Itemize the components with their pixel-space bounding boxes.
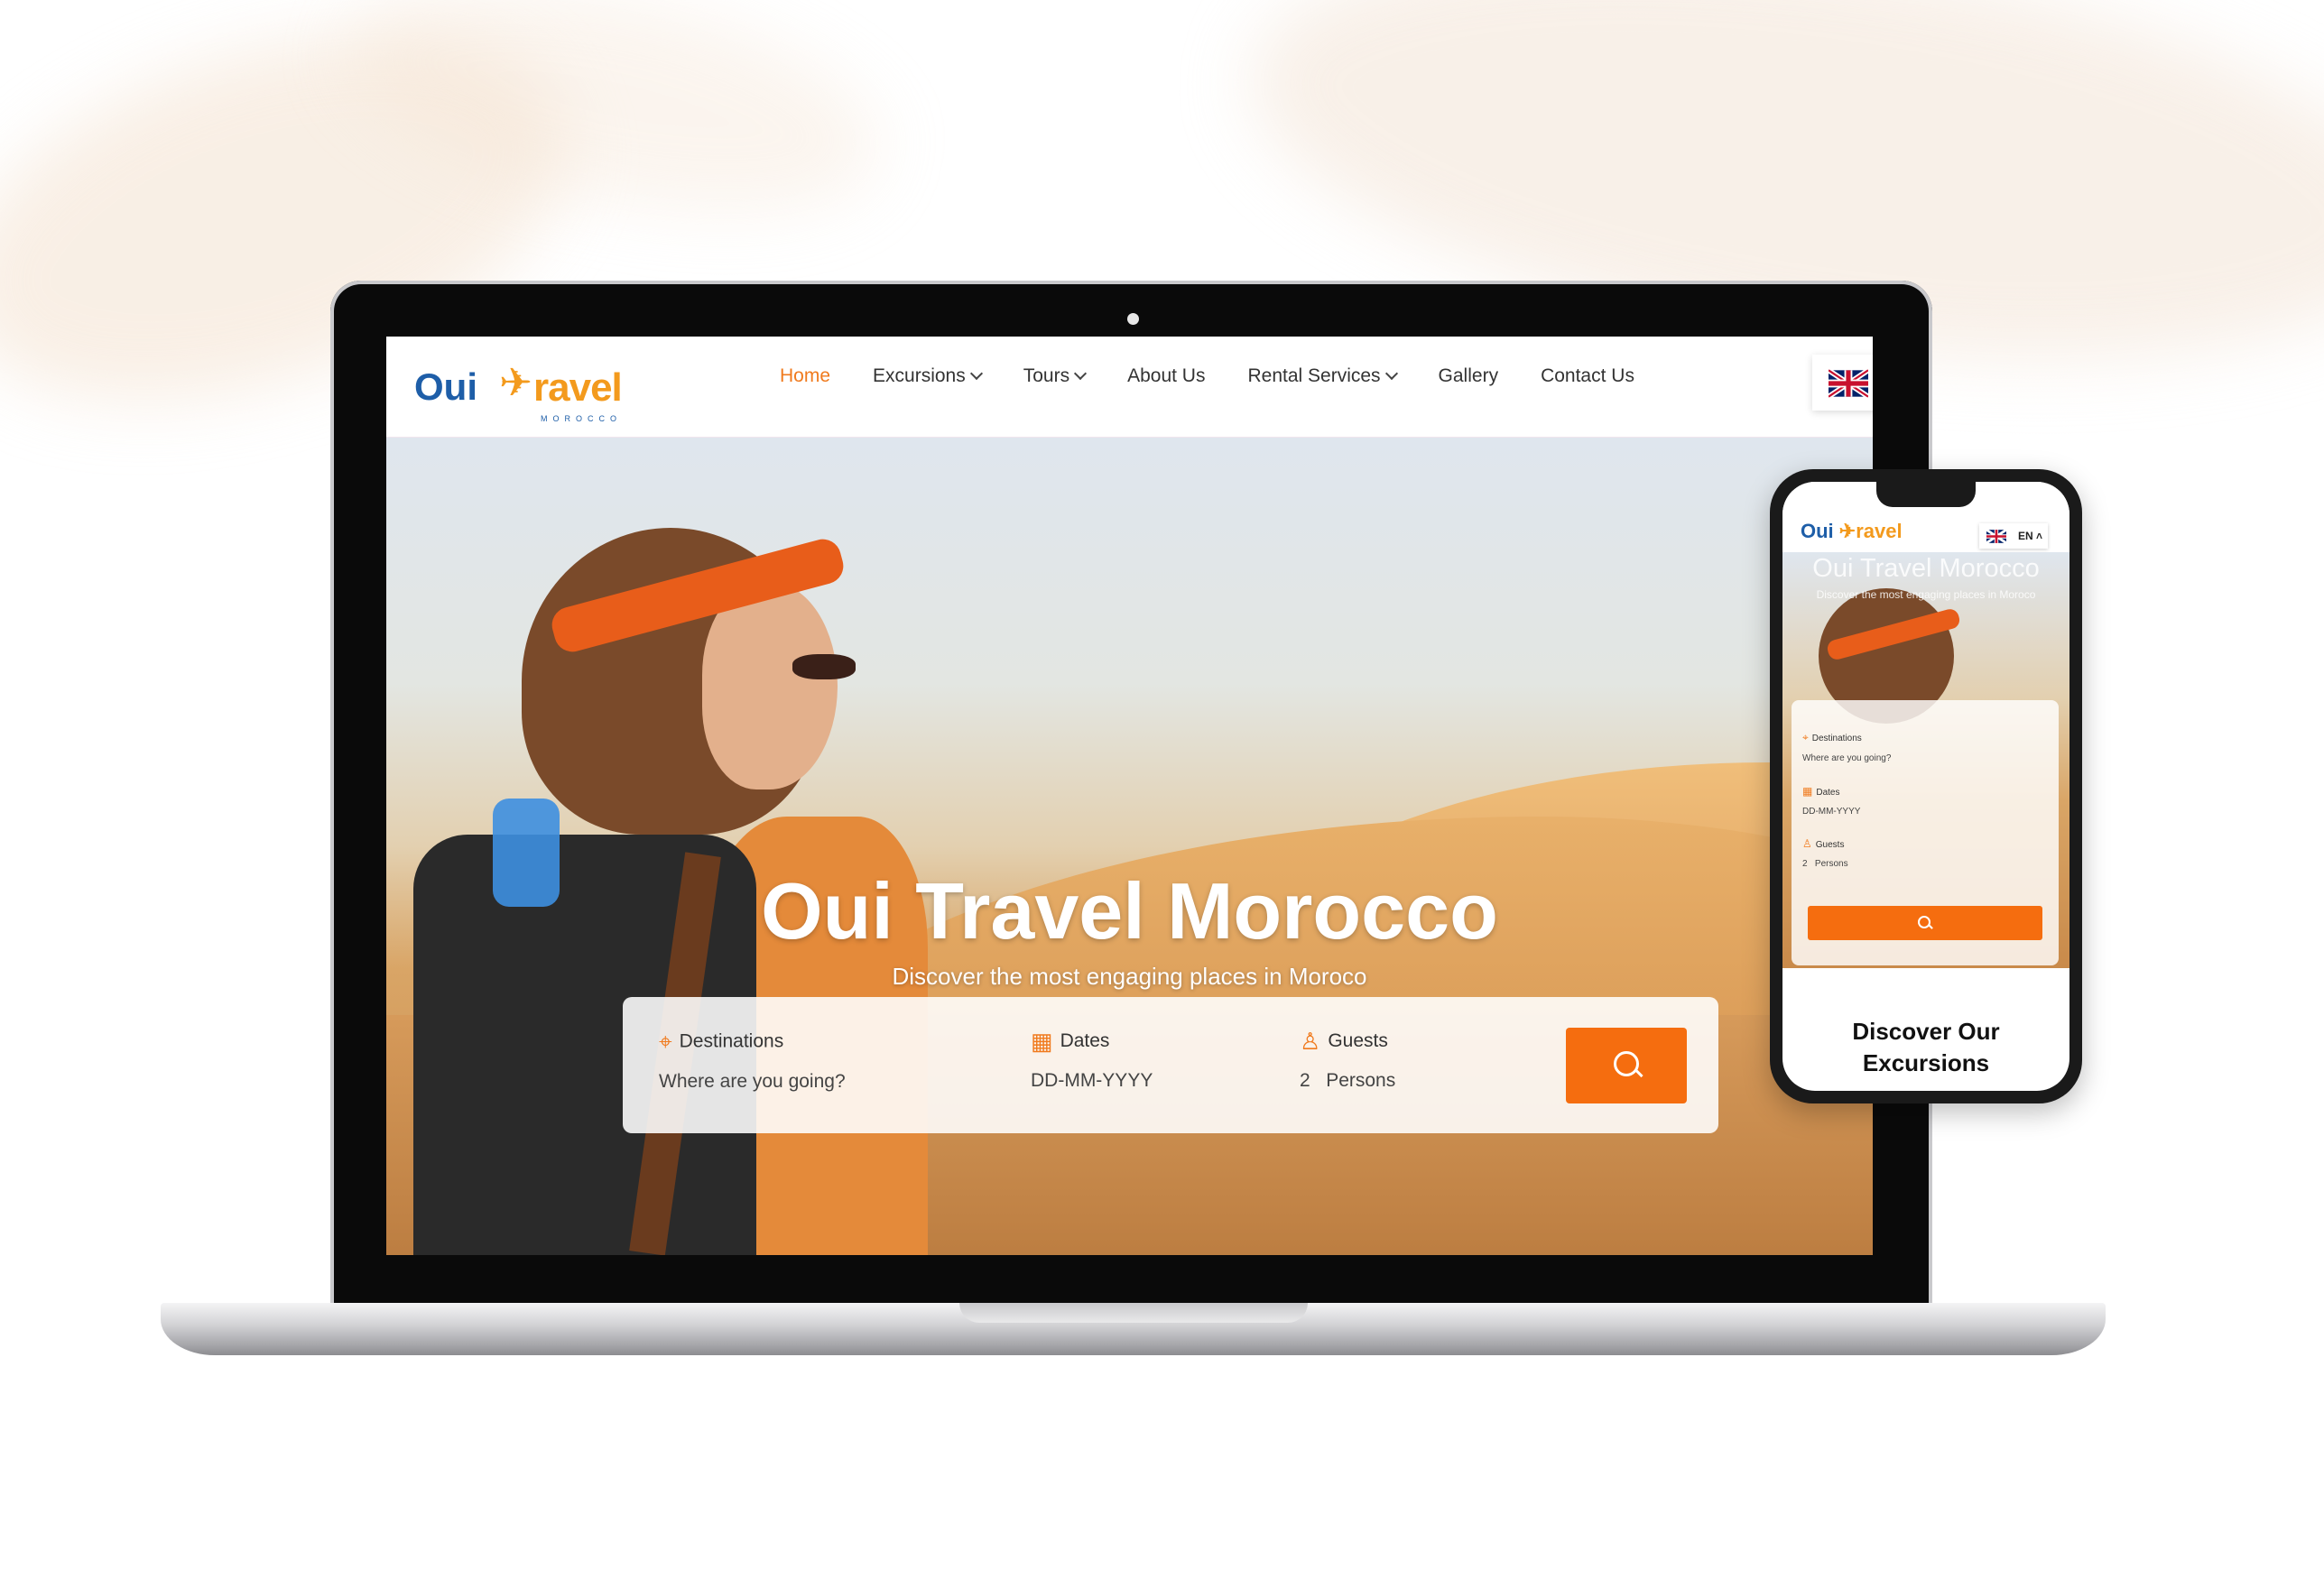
- discover-excursions-heading: Discover Our Excursions: [1782, 1016, 2069, 1079]
- phone-device: Oui ✈ravel EN ˄ Oui Travel Morocco Disco…: [1770, 469, 2082, 1103]
- map-pin-icon: ⌖: [659, 1028, 672, 1055]
- guests-field[interactable]: ♙ Guests 2 Persons: [1300, 1028, 1395, 1092]
- uk-flag-icon: [1986, 530, 2006, 543]
- uk-flag-icon: [1829, 369, 1868, 398]
- camera-icon: [1127, 313, 1139, 325]
- airplane-icon: ✈: [499, 361, 532, 405]
- dates-label: Dates: [1060, 1030, 1110, 1052]
- sunglasses: [792, 654, 856, 679]
- chevron-down-icon: [1074, 366, 1088, 381]
- calendar-icon: ▦: [1802, 785, 1813, 798]
- traveler-face: [702, 582, 838, 789]
- dates-input[interactable]: DD-MM-YYYY: [1031, 1070, 1153, 1092]
- guests-input[interactable]: 2 Persons: [1300, 1070, 1395, 1092]
- nav-contact-us[interactable]: Contact Us: [1541, 365, 1634, 402]
- guests-label: Guests: [1328, 1030, 1388, 1052]
- nav-label: Gallery: [1438, 365, 1499, 386]
- nav-rental-services[interactable]: Rental Services: [1247, 365, 1398, 402]
- logo-prefix: Oui: [414, 365, 477, 408]
- nav-label: Rental Services: [1247, 365, 1381, 386]
- destinations-label-row: ⌖ Destinations: [659, 1028, 846, 1057]
- phone-screen: Oui ✈ravel EN ˄ Oui Travel Morocco Disco…: [1782, 482, 2069, 1091]
- mobile-logo-prefix: Oui: [1801, 520, 1834, 542]
- guests-label-row: ♙ Guests: [1300, 1028, 1395, 1056]
- destinations-label: Destinations: [679, 1030, 784, 1052]
- destinations-field[interactable]: ⌖ Destinations Where are you going?: [659, 1028, 846, 1093]
- dates-label-row: ▦ Dates: [1031, 1028, 1153, 1056]
- site-logo[interactable]: Oui ✈ ravel MOROCCO: [414, 358, 649, 423]
- nav-label: About Us: [1127, 365, 1206, 386]
- mobile-guests-input[interactable]: 2 Persons: [1802, 859, 1848, 869]
- destinations-input[interactable]: Where are you going?: [659, 1071, 846, 1093]
- heading-line: Discover Our: [1852, 1018, 2000, 1045]
- main-nav: Home Excursions Tours About Us Rental Se…: [780, 365, 1677, 402]
- chevron-down-icon: [969, 366, 983, 381]
- dates-field[interactable]: ▦ Dates DD-MM-YYYY: [1031, 1028, 1153, 1092]
- mobile-search-button[interactable]: [1808, 906, 2042, 940]
- mobile-logo[interactable]: Oui ✈ravel: [1801, 520, 1903, 543]
- mobile-dates-input[interactable]: DD-MM-YYYY: [1802, 807, 1860, 817]
- mobile-guests-label: Guests: [1815, 840, 1845, 850]
- laptop-screen: Oui ✈ ravel MOROCCO Home Excursions Tour…: [386, 337, 1873, 1255]
- mobile-hero-subtitle: Discover the most engaging places in Mor…: [1816, 588, 2036, 601]
- airplane-icon: ✈: [1838, 520, 1856, 542]
- logo-suffix: ravel: [533, 365, 623, 410]
- map-pin-icon: ⌖: [1802, 731, 1809, 743]
- chevron-down-icon: [1384, 366, 1398, 381]
- hero-section: Oui Travel Morocco Discover the most eng…: [386, 438, 1873, 1255]
- mobile-hero-title: Oui Travel Morocco: [1812, 554, 2040, 583]
- calendar-icon: ▦: [1031, 1028, 1053, 1055]
- search-icon: [1614, 1051, 1639, 1076]
- search-icon: [1918, 916, 1930, 928]
- phone-notch: [1876, 482, 1976, 507]
- mobile-destinations-input[interactable]: Where are you going?: [1802, 753, 1891, 763]
- mobile-language-switcher[interactable]: EN ˄: [1979, 523, 2048, 549]
- mobile-dates-label: Dates: [1816, 788, 1840, 798]
- hero-subtitle: Discover the most engaging places in Mor…: [892, 963, 1367, 990]
- nav-tours[interactable]: Tours: [1023, 365, 1088, 402]
- mobile-dates-label-row: ▦ Dates: [1802, 785, 1860, 798]
- nav-label: Contact Us: [1541, 365, 1634, 386]
- mobile-destinations-label-row: ⌖ Destinations: [1802, 731, 1891, 744]
- mobile-destinations-label: Destinations: [1811, 734, 1862, 743]
- language-switcher[interactable]: [1812, 355, 1873, 411]
- person-icon: ♙: [1300, 1028, 1321, 1055]
- heading-line: Excursions: [1862, 1049, 1990, 1076]
- logo-tagline: MOROCCO: [541, 414, 622, 423]
- guests-count: 2: [1300, 1070, 1310, 1091]
- hero-title: Oui Travel Morocco: [761, 866, 1498, 956]
- mobile-guests-label-row: ♙ Guests: [1802, 837, 1848, 850]
- laptop-notch: [959, 1303, 1308, 1323]
- nav-excursions[interactable]: Excursions: [873, 365, 983, 402]
- nav-home[interactable]: Home: [780, 365, 830, 402]
- mobile-dates-field[interactable]: ▦ Dates DD-MM-YYYY: [1802, 785, 1860, 817]
- mobile-search-card: ⌖ Destinations Where are you going? ▦ Date…: [1792, 700, 2059, 965]
- mobile-logo-suffix: ravel: [1856, 520, 1903, 542]
- person-icon: ♙: [1802, 837, 1812, 850]
- mobile-hero: Oui Travel Morocco Discover the most eng…: [1782, 552, 2069, 968]
- mobile-destinations-field[interactable]: ⌖ Destinations Where are you going?: [1802, 731, 1891, 763]
- mobile-lang-label: EN: [2017, 530, 2033, 542]
- mobile-guests-field[interactable]: ♙ Guests 2 Persons: [1802, 837, 1848, 869]
- guests-unit: Persons: [1326, 1070, 1396, 1091]
- site-header: Oui ✈ ravel MOROCCO Home Excursions Tour…: [386, 337, 1873, 439]
- booking-search-bar: ⌖ Destinations Where are you going? ▦ Date…: [623, 997, 1718, 1133]
- nav-label: Home: [780, 365, 831, 386]
- nav-about-us[interactable]: About Us: [1127, 365, 1205, 402]
- nav-label: Excursions: [873, 365, 966, 386]
- nav-label: Tours: [1023, 365, 1070, 386]
- nav-gallery[interactable]: Gallery: [1439, 365, 1499, 402]
- search-button[interactable]: [1566, 1028, 1687, 1103]
